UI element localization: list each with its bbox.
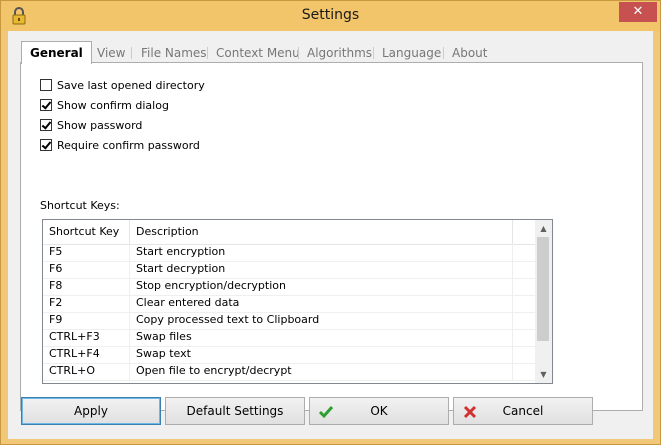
- table-row[interactable]: CTRL+F4 Swap text: [43, 346, 536, 364]
- column-header-description[interactable]: Description: [130, 220, 513, 244]
- show-password-checkbox[interactable]: [40, 119, 52, 131]
- cancel-button-label: Cancel: [502, 404, 544, 418]
- shortcut-key-cell: F8: [43, 278, 130, 295]
- scroll-down-arrow-icon[interactable]: ▼: [535, 366, 552, 383]
- description-cell: Swap text: [130, 346, 513, 363]
- description-cell: Swap files: [130, 329, 513, 346]
- table-row[interactable]: F8 Stop encryption/decryption: [43, 278, 536, 296]
- scroll-thumb[interactable]: [537, 237, 549, 341]
- window-title: Settings: [301, 7, 360, 23]
- table-row[interactable]: CTRL+O Open file to encrypt/decrypt: [43, 363, 536, 381]
- description-cell: Start encryption: [130, 244, 513, 261]
- table-row[interactable]: F5 Start encryption: [43, 244, 536, 262]
- shortcut-keys-label: Shortcut Keys:: [40, 199, 120, 212]
- checkbox-label: Show confirm dialog: [57, 98, 169, 112]
- tab-file-names[interactable]: File Names: [141, 44, 207, 62]
- apply-button[interactable]: Apply: [21, 397, 161, 425]
- tab-separator: [443, 47, 444, 59]
- table-row[interactable]: F9 Copy processed text to Clipboard: [43, 312, 536, 330]
- table-row[interactable]: CTRL+F3 Swap files: [43, 329, 536, 347]
- shortcut-key-cell: CTRL+F3: [43, 329, 130, 346]
- shortcut-key-cell: F6: [43, 261, 130, 278]
- checkmark-icon: [318, 404, 334, 420]
- description-cell: Copy processed text to Clipboard: [130, 312, 513, 329]
- save-last-directory-option[interactable]: Save last opened directory: [40, 77, 205, 93]
- save-last-directory-checkbox[interactable]: [40, 79, 52, 91]
- tab-separator: [373, 47, 374, 59]
- show-password-option[interactable]: Show password: [40, 117, 142, 133]
- tab-separator: [298, 47, 299, 59]
- checkbox-label: Require confirm password: [57, 138, 200, 152]
- x-cross-icon: [462, 404, 478, 420]
- settings-window: Settings ✕ General View File Names Conte…: [0, 0, 661, 445]
- tab-general[interactable]: General: [21, 41, 92, 64]
- description-cell: Open file to encrypt/decrypt: [130, 363, 513, 380]
- vertical-scrollbar[interactable]: ▲ ▼: [535, 220, 552, 383]
- require-confirm-password-checkbox[interactable]: [40, 139, 52, 151]
- shortcut-key-cell: CTRL+O: [43, 363, 130, 380]
- default-settings-button[interactable]: Default Settings: [165, 397, 305, 425]
- tab-about[interactable]: About: [452, 44, 487, 62]
- tab-context-menu[interactable]: Context Menu: [216, 44, 300, 62]
- table-row[interactable]: F6 Start decryption: [43, 261, 536, 279]
- shortcut-key-cell: F5: [43, 244, 130, 261]
- tab-separator: [207, 47, 208, 59]
- column-header-shortcut-key[interactable]: Shortcut Key: [43, 220, 130, 244]
- ok-button-label: OK: [370, 404, 388, 418]
- title-bar[interactable]: Settings ✕: [1, 1, 660, 31]
- description-cell: Clear entered data: [130, 295, 513, 312]
- shortcut-key-cell: F9: [43, 312, 130, 329]
- close-button[interactable]: ✕: [619, 2, 657, 22]
- ok-button[interactable]: OK: [309, 397, 449, 425]
- table-row[interactable]: F2 Clear entered data: [43, 295, 536, 313]
- scroll-up-arrow-icon[interactable]: ▲: [535, 220, 552, 237]
- show-confirm-dialog-checkbox[interactable]: [40, 99, 52, 111]
- tab-view[interactable]: View: [97, 44, 125, 62]
- client-area: General View File Names Context Menu Alg…: [8, 31, 653, 439]
- tab-separator: [131, 47, 132, 59]
- checkbox-label: Save last opened directory: [57, 78, 205, 92]
- tab-algorithms[interactable]: Algorithms: [307, 44, 372, 62]
- cancel-button[interactable]: Cancel: [453, 397, 593, 425]
- shortcut-key-cell: F2: [43, 295, 130, 312]
- require-confirm-password-option[interactable]: Require confirm password: [40, 137, 200, 153]
- list-header: Shortcut Key Description: [43, 220, 536, 245]
- tab-language[interactable]: Language: [382, 44, 441, 62]
- show-confirm-dialog-option[interactable]: Show confirm dialog: [40, 97, 169, 113]
- apply-button-label: Apply: [74, 404, 108, 418]
- general-tab-panel: Save last opened directory Show confirm …: [20, 62, 643, 411]
- description-cell: Start decryption: [130, 261, 513, 278]
- description-cell: Stop encryption/decryption: [130, 278, 513, 295]
- shortcut-keys-list[interactable]: Shortcut Key Description F5 Start encryp…: [42, 219, 553, 384]
- checkbox-label: Show password: [57, 118, 143, 132]
- default-settings-button-label: Default Settings: [186, 404, 284, 418]
- shortcut-key-cell: CTRL+F4: [43, 346, 130, 363]
